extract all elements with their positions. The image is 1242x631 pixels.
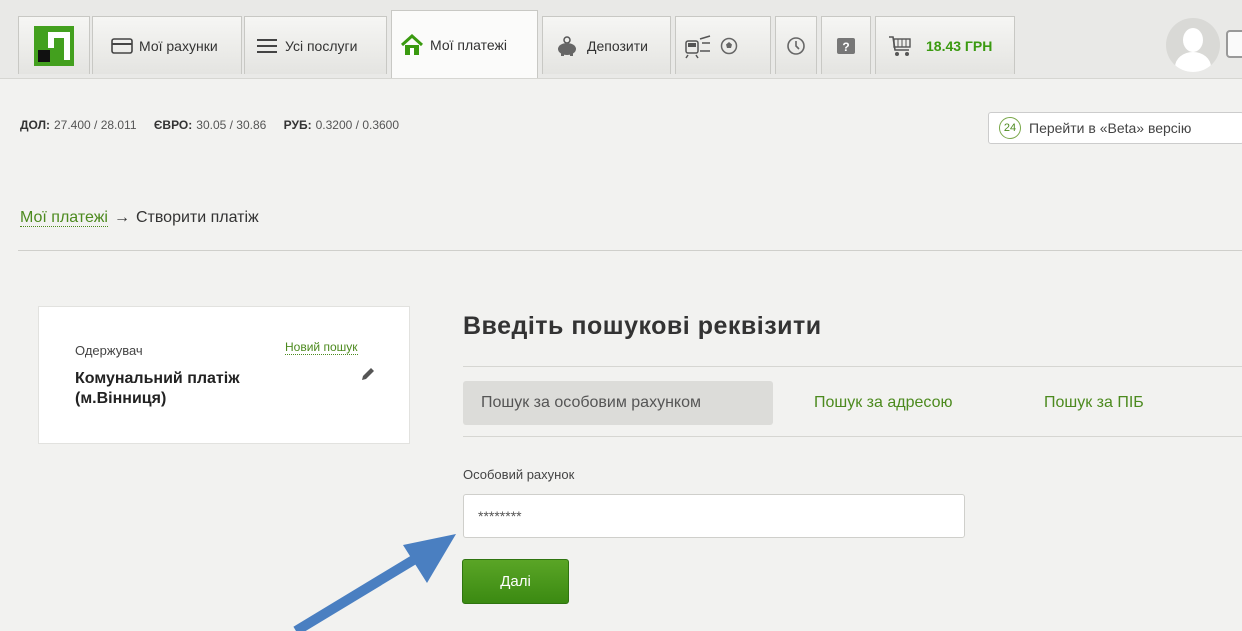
annotation-arrow bbox=[293, 534, 456, 631]
